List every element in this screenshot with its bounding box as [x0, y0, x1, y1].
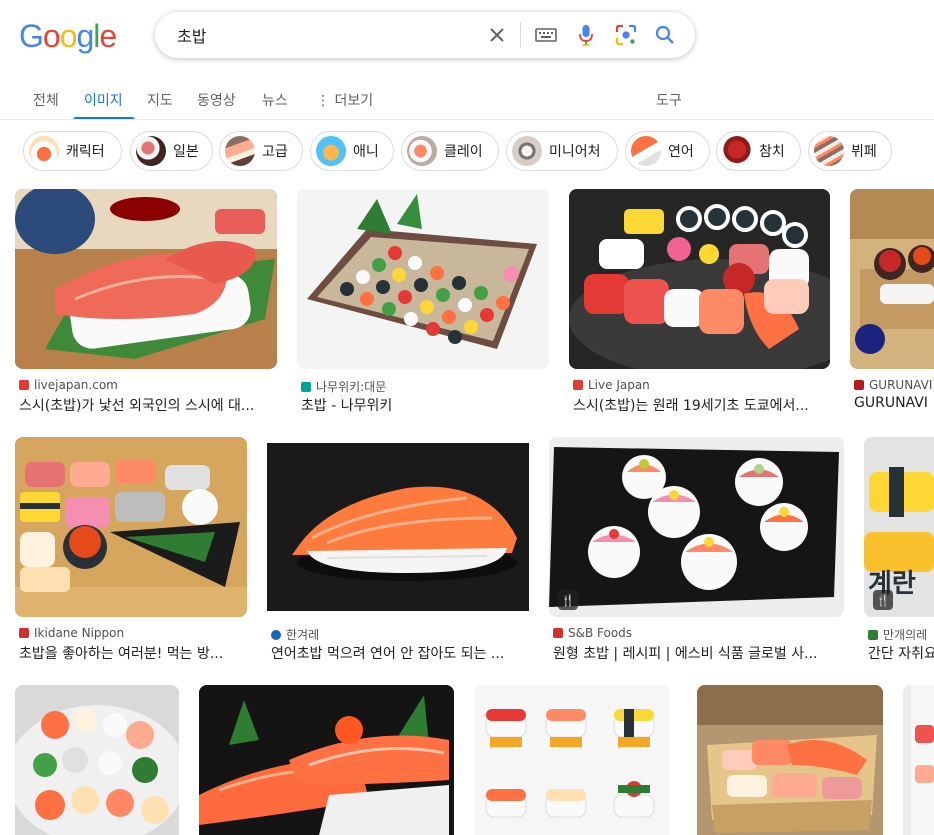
result-source-name: 나무위키:대문: [316, 380, 387, 394]
keyboard-icon[interactable]: [534, 23, 558, 47]
result-source-name: S&B Foods: [568, 626, 633, 640]
recipe-icon: 🍴: [873, 590, 893, 610]
chip-japan[interactable]: 일본: [130, 131, 213, 171]
site-favicon: [854, 380, 864, 390]
chip-thumbnail: [631, 136, 661, 166]
google-logo[interactable]: Google: [19, 17, 117, 54]
result-source-name: livejapan.com: [34, 378, 118, 392]
logo-letter: o: [59, 17, 78, 54]
chip-premium[interactable]: 고급: [219, 131, 303, 171]
logo-letter: G: [19, 17, 44, 54]
chip-anime[interactable]: 애니: [310, 131, 394, 171]
result-title[interactable]: 원형 초밥 | 레시피 | 에스비 식품 글로벌 사...: [553, 643, 844, 663]
result-title[interactable]: GURUNAVI: [854, 395, 934, 411]
result-source-name: 한겨레: [286, 628, 320, 642]
logo-letter: e: [99, 17, 117, 54]
result-title[interactable]: 초밥 - 나무위키: [301, 395, 549, 415]
chip-thumbnail: [225, 136, 255, 166]
chip-character[interactable]: 캐릭터: [23, 131, 122, 171]
search-tabs: 전체 이미지 지도 동영상 뉴스 ⋮ 더보기 도구: [0, 90, 934, 120]
result-source: Live Japan: [573, 378, 830, 392]
result-title[interactable]: 스시(초밥)는 원래 19세기초 도쿄에서...: [573, 395, 830, 415]
chip-label: 캐릭터: [66, 144, 105, 160]
search-input[interactable]: [177, 25, 457, 44]
result-title[interactable]: 초밥을 좋아하는 여러분! 먹는 방...: [19, 643, 247, 663]
result-title[interactable]: 연어초밥 먹으려 연어 안 잡아도 되는 ...: [271, 643, 529, 663]
result-source: 나무위키:대문: [301, 378, 549, 395]
result-source: 한겨레: [271, 626, 529, 643]
tab-news[interactable]: 뉴스: [262, 90, 288, 110]
chip-thumbnail: [29, 136, 59, 166]
chip-tuna[interactable]: 참치: [716, 131, 801, 171]
result-title[interactable]: 간단 자취요: [868, 643, 934, 663]
site-favicon: [301, 381, 311, 392]
chip-label: 고급: [262, 144, 288, 160]
tabs-divider: [0, 119, 934, 120]
site-favicon: [19, 628, 29, 638]
chip-buffet[interactable]: 뷔페: [808, 131, 892, 171]
result-source-name: Ikidane Nippon: [34, 626, 125, 640]
logo-letter: o: [42, 17, 61, 54]
result-source: GURUNAVI: [854, 378, 934, 392]
result-source: Ikidane Nippon: [19, 626, 247, 640]
tools-button[interactable]: 도구: [656, 90, 682, 110]
result-source-name: Live Japan: [588, 378, 650, 392]
result-source: livejapan.com: [19, 378, 277, 392]
result-image: [549, 437, 844, 617]
chip-label: 뷔페: [851, 144, 877, 160]
chip-thumbnail: [512, 136, 542, 166]
chip-label: 미니어처: [549, 144, 601, 160]
result-image: [474, 685, 670, 835]
chip-clay[interactable]: 클레이: [401, 131, 499, 171]
result-image: [850, 189, 934, 369]
result-image: [903, 685, 934, 835]
site-favicon: [271, 629, 281, 640]
result-image: [15, 437, 247, 617]
chip-label: 클레이: [444, 144, 483, 160]
chip-label: 참치: [759, 144, 785, 160]
result-image: [569, 189, 830, 369]
chip-label: 일본: [173, 144, 199, 160]
result-source-name: GURUNAVI: [869, 378, 933, 392]
clear-icon[interactable]: [485, 23, 509, 47]
result-image: [697, 685, 883, 835]
result-image: [15, 189, 277, 369]
chip-label: 연어: [668, 144, 694, 160]
tab-all[interactable]: 전체: [33, 90, 59, 110]
lens-icon[interactable]: [614, 23, 638, 47]
tab-images[interactable]: 이미지: [84, 90, 123, 110]
result-image: [15, 685, 179, 835]
result-image: [297, 189, 549, 369]
logo-letter: g: [76, 17, 94, 54]
chip-thumbnail: [722, 136, 752, 166]
result-title[interactable]: 스시(초밥)가 낯선 외국인의 스시에 대...: [19, 395, 277, 415]
search-icon[interactable]: [653, 23, 677, 47]
chip-miniature[interactable]: 미니어처: [506, 131, 618, 171]
result-image: [267, 443, 529, 611]
tab-videos[interactable]: 동영상: [197, 90, 236, 110]
result-source-name: 만개의레: [883, 628, 928, 642]
site-favicon: [553, 628, 563, 638]
tab-more[interactable]: ⋮ 더보기: [316, 90, 373, 110]
chip-label: 애니: [353, 144, 379, 160]
chip-thumbnail: [136, 136, 166, 166]
result-image: [199, 685, 454, 835]
site-favicon: [19, 380, 29, 390]
site-favicon: [573, 380, 583, 390]
microphone-icon[interactable]: [574, 23, 598, 47]
result-source: S&B Foods: [553, 626, 844, 640]
chip-salmon[interactable]: 연어: [625, 131, 710, 171]
site-favicon: [868, 629, 878, 640]
search-box: [155, 12, 695, 58]
recipe-icon: 🍴: [558, 590, 578, 610]
chip-thumbnail: [316, 136, 346, 166]
search-divider: [520, 22, 521, 48]
result-source: 만개의레: [868, 626, 934, 643]
tab-maps[interactable]: 지도: [147, 90, 173, 110]
chip-thumbnail: [814, 136, 844, 166]
chip-thumbnail: [407, 136, 437, 166]
